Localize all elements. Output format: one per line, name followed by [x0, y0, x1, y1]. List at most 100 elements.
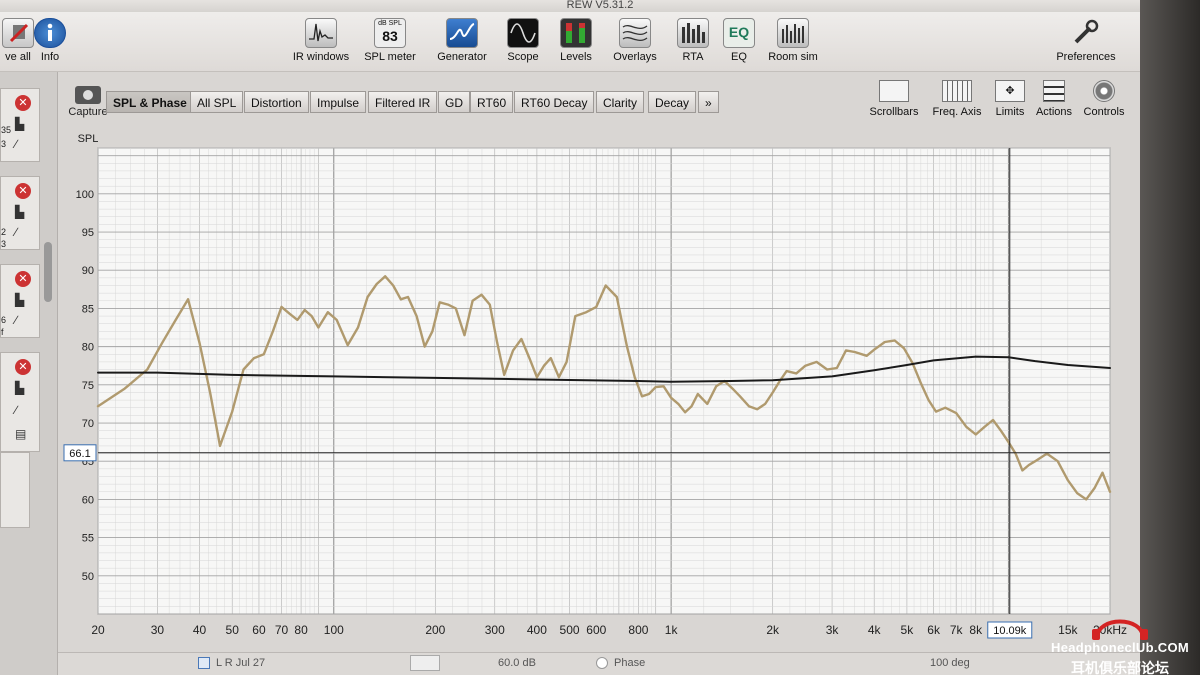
watermark: HeadphoneclUb.COM 耳机俱乐部论坛 [1040, 612, 1200, 675]
x-tick-label: 8k [969, 623, 983, 637]
save-icon[interactable]: ▙ [15, 293, 24, 307]
info-label: Info [40, 51, 60, 63]
x-tick-label: 300 [485, 623, 505, 637]
line-style-button[interactable] [410, 655, 440, 671]
controls-button[interactable]: Controls [1080, 80, 1128, 118]
y-tick-label: 90 [82, 265, 94, 277]
save-icon[interactable]: ▙ [15, 117, 24, 131]
scope-icon [507, 18, 539, 48]
ir-windows-button[interactable]: IR windows [285, 18, 357, 63]
y-tick-label: 60 [82, 494, 94, 506]
actions-label: Actions [1035, 106, 1073, 118]
y-tick-label: 85 [82, 303, 94, 315]
pencil-icon[interactable]: ∕ [15, 313, 17, 327]
capture-button[interactable]: Capture [64, 86, 112, 118]
tab-decay[interactable]: Decay [648, 91, 697, 113]
screen-bezel [1140, 0, 1200, 675]
spl-graph[interactable]: SPL5055606570758085909510020 30 40 50 60 70 80… [58, 132, 1140, 652]
y-tick-label: 70 [82, 418, 94, 430]
headphone-logo-icon [1092, 619, 1148, 640]
measurement-item[interactable]: ✕ ▙ ∕ 2 3 [0, 176, 40, 250]
measurement-item[interactable]: ✕ ▙ ∕ ▤ [0, 352, 40, 452]
x-tick-label: 100 [324, 623, 344, 637]
actions-icon [1043, 80, 1065, 102]
preferences-label: Preferences [1056, 51, 1116, 63]
tab-all-spl[interactable]: All SPL [190, 91, 244, 113]
save-icon[interactable]: ▙ [15, 205, 24, 219]
notes-icon[interactable]: ▤ [15, 427, 26, 441]
window-title: REW V5.31.2 [566, 0, 634, 11]
window-title-bar: REW V5.31.2 [0, 0, 1200, 12]
tab-clarity[interactable]: Clarity [596, 91, 645, 113]
x-tick-label: 30 [151, 623, 165, 637]
x-tick-label: 400 [527, 623, 547, 637]
measurement-item[interactable] [0, 452, 30, 528]
tab-gd[interactable]: GD [438, 91, 470, 113]
x-tick-label: 80 [294, 623, 308, 637]
freq-axis-button[interactable]: Freq. Axis [928, 80, 986, 118]
pencil-icon[interactable]: ∕ [15, 225, 17, 239]
delete-icon[interactable]: ✕ [15, 359, 31, 375]
watermark-forum: 耳机俱乐部论坛 [1071, 660, 1169, 675]
y-axis-label: SPL [78, 133, 99, 145]
tab-rt60[interactable]: RT60 [470, 91, 514, 113]
main-toolbar: ve all Info IR windows dB SPL 83 SPL met… [0, 12, 1140, 72]
phase-range: 100 deg [930, 657, 970, 669]
pencil-icon[interactable]: ∕ [15, 137, 17, 151]
tab-filtered-ir[interactable]: Filtered IR [368, 91, 438, 113]
x-tick-label: 3k [826, 623, 840, 637]
delete-icon[interactable]: ✕ [15, 183, 31, 199]
x-tick-label: 7k [950, 623, 964, 637]
spl-meter-button[interactable]: dB SPL 83 SPL meter [354, 18, 426, 63]
measurement-item[interactable]: ✕ ▙ ∕ 6 f [0, 264, 40, 338]
levels-label: Levels [560, 51, 592, 63]
x-tick-label: 6k [927, 623, 941, 637]
generator-label: Generator [437, 51, 487, 63]
delete-icon[interactable]: ✕ [15, 95, 31, 111]
measurement-checkbox[interactable] [198, 657, 210, 669]
phase-checkbox[interactable] [596, 657, 608, 669]
preferences-button[interactable]: Preferences [1050, 18, 1122, 63]
room-sim-button[interactable]: Room sim [757, 18, 829, 63]
scrollbars-button[interactable]: Scrollbars [866, 80, 922, 118]
x-tick-label: 2k [766, 623, 780, 637]
eq-label: EQ [731, 51, 747, 63]
rta-label: RTA [682, 51, 704, 63]
legend-strip: L R Jul 27 60.0 dB Phase 100 deg [58, 652, 1140, 675]
controls-label: Controls [1083, 106, 1125, 118]
tab-spl-phase[interactable]: SPL & Phase [106, 91, 194, 113]
save-icon[interactable]: ▙ [15, 381, 24, 395]
x-tick-label: 40 [193, 623, 207, 637]
tab-rt60-decay[interactable]: RT60 Decay [514, 91, 595, 113]
measurement-item[interactable]: ✕ ▙ ∕ 35 3 [0, 88, 40, 162]
measurements-scrollbar[interactable] [44, 242, 52, 302]
x-tick-label: 5k [901, 623, 915, 637]
limits-label: Limits [995, 106, 1025, 118]
freq-axis-label: Freq. Axis [932, 106, 982, 118]
watermark-site: HeadphoneclUb.COM [1051, 640, 1189, 655]
offset-value: 60.0 dB [498, 657, 536, 669]
tab-distortion[interactable]: Distortion [244, 91, 309, 113]
tab-impulse[interactable]: Impulse [310, 91, 367, 113]
actions-button[interactable]: Actions [1032, 80, 1076, 118]
limits-button[interactable]: ✥ Limits [992, 80, 1028, 118]
pencil-icon[interactable]: ∕ [15, 403, 17, 417]
room-sim-icon [777, 18, 809, 48]
x-tick-label: 60 [252, 623, 266, 637]
y-tick-label: 80 [82, 342, 94, 354]
spl-meter-badge-top: dB SPL [378, 20, 402, 27]
cursor-spl-readout: 66.1 [69, 448, 90, 460]
levels-icon [560, 18, 592, 48]
y-tick-label: 75 [82, 380, 94, 392]
cursor-freq-readout: 10.09k [993, 625, 1027, 637]
y-tick-label: 95 [82, 227, 94, 239]
spl-meter-label: SPL meter [364, 51, 416, 63]
eq-icon: EQ [723, 18, 755, 48]
ir-windows-icon [305, 18, 337, 48]
delete-icon[interactable]: ✕ [15, 271, 31, 287]
x-tick-label: 800 [628, 623, 648, 637]
info-button[interactable]: Info [14, 18, 86, 63]
freq-axis-icon [942, 80, 972, 102]
tab-more[interactable]: » [698, 91, 719, 113]
info-icon [34, 18, 66, 48]
